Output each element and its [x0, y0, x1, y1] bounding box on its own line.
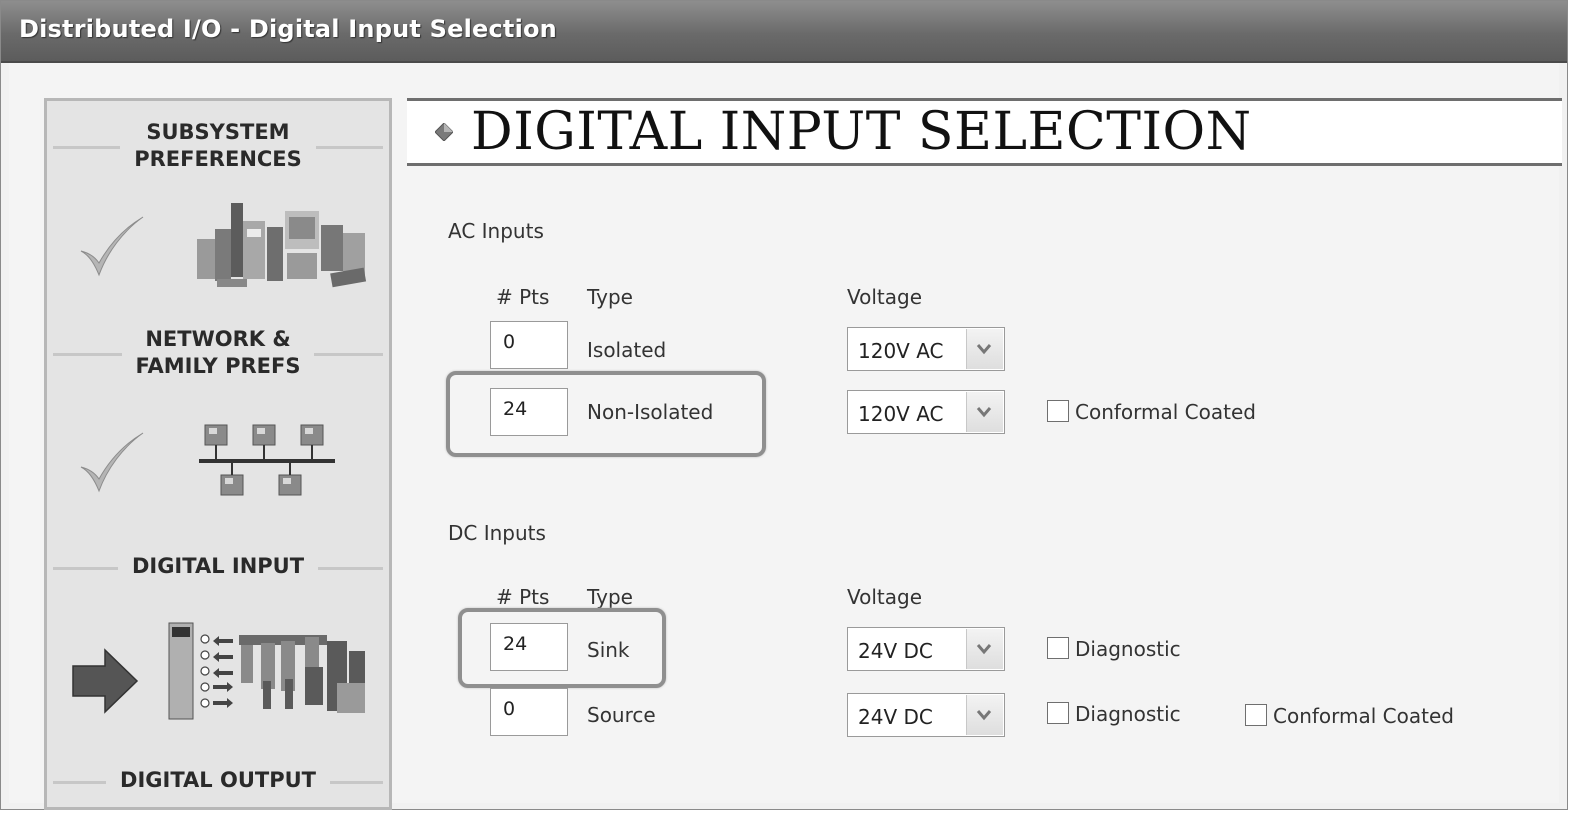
dropdown-button[interactable] [966, 392, 1003, 432]
dc-source-conformal-coated-label: Conformal Coated [1273, 704, 1454, 728]
ac-isolated-pts-input[interactable]: 0 [490, 321, 568, 369]
dc-source-conformal-coated-checkbox[interactable] [1245, 704, 1267, 726]
dc-sink-pts-input[interactable]: 24 [490, 623, 568, 671]
dc-source-type-label: Source [587, 703, 656, 727]
chevron-down-icon [976, 644, 992, 655]
page-title: DIGITAL INPUT SELECTION [471, 102, 1252, 162]
selected-value: 24V DC [858, 705, 933, 729]
selected-value: 120V AC [858, 339, 944, 363]
ac-nonisolated-pts-input[interactable]: 24 [490, 388, 568, 436]
step-label: SUBSYSTEM PREFERENCES [120, 119, 316, 173]
dc-sink-diagnostic-checkbox[interactable] [1047, 637, 1069, 659]
dc-sink-voltage-select[interactable]: 24V DC [847, 627, 1005, 671]
dc-source-voltage-select[interactable]: 24V DC [847, 693, 1005, 737]
step-digital-input[interactable]: DIGITAL INPUT [47, 553, 389, 580]
ac-conformal-coated-label: Conformal Coated [1075, 400, 1256, 424]
checkmark-icon [80, 216, 144, 277]
step-label: DIGITAL OUTPUT [106, 767, 330, 794]
dropdown-button[interactable] [966, 629, 1003, 669]
step-network-family-prefs[interactable]: NETWORK & FAMILY PREFS [47, 326, 389, 380]
subsystem-modules-icon [197, 203, 367, 288]
ac-isolated-type-label: Isolated [587, 338, 667, 362]
client-area: SUBSYSTEM PREFERENCES NETWORK & FAMILY P… [9, 63, 1562, 810]
dc-source-pts-input[interactable]: 0 [490, 688, 568, 736]
ac-col-voltage: Voltage [847, 285, 923, 309]
ac-col-pts: # Pts [496, 285, 550, 309]
diamond-bullet-icon [435, 123, 453, 141]
ac-conformal-coated-checkbox[interactable] [1047, 400, 1069, 422]
dc-col-voltage: Voltage [847, 585, 923, 609]
title-bar[interactable]: Distributed I/O - Digital Input Selectio… [1, 1, 1567, 63]
dc-inputs-label: DC Inputs [448, 521, 546, 545]
app-window: Distributed I/O - Digital Input Selectio… [0, 0, 1568, 810]
ac-inputs-label: AC Inputs [448, 219, 544, 243]
ac-nonisolated-type-label: Non-Isolated [587, 400, 714, 424]
step-subsystem-preferences[interactable]: SUBSYSTEM PREFERENCES [47, 119, 389, 173]
network-topology-icon [199, 424, 335, 496]
dc-col-type: Type [587, 585, 633, 609]
step-label: DIGITAL INPUT [117, 553, 319, 580]
dc-col-pts: # Pts [496, 585, 550, 609]
chevron-down-icon [976, 344, 992, 355]
chevron-down-icon [976, 407, 992, 418]
step-digital-output[interactable]: DIGITAL OUTPUT [47, 767, 389, 794]
window-title: Distributed I/O - Digital Input Selectio… [19, 15, 557, 43]
ac-nonisolated-voltage-select[interactable]: 120V AC [847, 390, 1005, 434]
digital-input-modules-icon [168, 622, 365, 720]
chevron-down-icon [976, 710, 992, 721]
ac-isolated-voltage-select[interactable]: 120V AC [847, 327, 1005, 371]
wizard-steps-panel: SUBSYSTEM PREFERENCES NETWORK & FAMILY P… [44, 98, 392, 810]
dc-sink-type-label: Sink [587, 638, 630, 662]
page-banner: DIGITAL INPUT SELECTION [407, 98, 1562, 166]
dc-source-diagnostic-checkbox[interactable] [1047, 702, 1069, 724]
dc-sink-diagnostic-label: Diagnostic [1075, 637, 1181, 661]
dropdown-button[interactable] [966, 695, 1003, 735]
step-label: NETWORK & FAMILY PREFS [121, 326, 315, 380]
selected-value: 120V AC [858, 402, 944, 426]
dc-source-diagnostic-label: Diagnostic [1075, 702, 1181, 726]
ac-col-type: Type [587, 285, 633, 309]
checkmark-icon [80, 432, 144, 493]
selected-value: 24V DC [858, 639, 933, 663]
current-step-arrow-icon [72, 648, 139, 714]
dropdown-button[interactable] [966, 329, 1003, 369]
